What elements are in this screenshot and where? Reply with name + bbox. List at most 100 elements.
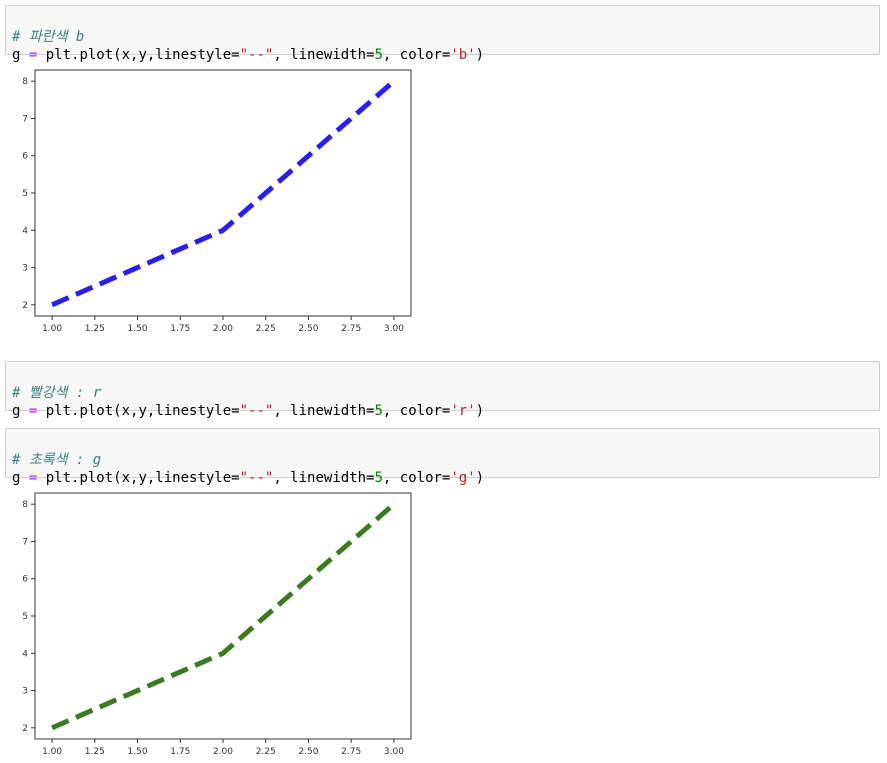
x-tick: 2.25 bbox=[256, 316, 276, 334]
code-mid: , linewidth= bbox=[273, 47, 375, 63]
y-tick: 5 bbox=[22, 189, 35, 199]
code-comment: # 빨강색 : r bbox=[12, 385, 102, 401]
code-linestyle: "--" bbox=[239, 470, 274, 486]
y-tick-label: 6 bbox=[22, 575, 28, 585]
code-end: ) bbox=[475, 403, 485, 419]
y-tick: 8 bbox=[22, 77, 35, 87]
x-tick-label: 1.25 bbox=[85, 747, 105, 757]
code-linestyle: "--" bbox=[239, 47, 274, 63]
code-color: 'g' bbox=[450, 470, 476, 486]
x-tick-label: 2.25 bbox=[256, 747, 276, 757]
x-tick: 2.75 bbox=[341, 739, 361, 757]
y-tick: 7 bbox=[22, 114, 35, 124]
plot-area bbox=[34, 492, 412, 740]
x-tick-label: 2.50 bbox=[298, 324, 318, 334]
x-tick: 1.25 bbox=[85, 739, 105, 757]
x-tick: 1.25 bbox=[85, 316, 105, 334]
x-tick-label: 2.75 bbox=[341, 324, 361, 334]
x-tick-label: 1.25 bbox=[85, 324, 105, 334]
y-tick-label: 3 bbox=[22, 687, 28, 697]
x-tick: 1.75 bbox=[170, 739, 190, 757]
code-end: ) bbox=[475, 470, 485, 486]
code-line: g = plt.plot(x,y,linestyle="--", linewid… bbox=[12, 403, 484, 419]
x-tick: 2.00 bbox=[213, 739, 233, 757]
y-tick: 3 bbox=[22, 687, 35, 697]
code-assign: = bbox=[20, 47, 46, 63]
x-tick-label: 2.00 bbox=[213, 747, 233, 757]
x-tick: 1.75 bbox=[170, 316, 190, 334]
code-linestyle: "--" bbox=[239, 403, 274, 419]
code-comment: # 초록색 : g bbox=[12, 452, 102, 468]
y-tick-label: 2 bbox=[22, 301, 28, 311]
y-tick: 3 bbox=[22, 264, 35, 274]
code-line: g = plt.plot(x,y,linestyle="--", linewid… bbox=[12, 470, 484, 486]
code-call: plt.plot(x,y,linestyle= bbox=[45, 470, 240, 486]
code-call: plt.plot(x,y,linestyle= bbox=[45, 47, 240, 63]
code-end: ) bbox=[475, 47, 485, 63]
x-tick-label: 1.50 bbox=[128, 324, 148, 334]
x-tick: 3.00 bbox=[384, 739, 404, 757]
plot-output-blue: 1.00 1.25 1.50 1.75 2.00 2.25 2.50 2.75 3.00 2 3 4 5… bbox=[5, 62, 425, 340]
y-tick: 2 bbox=[22, 724, 35, 734]
y-tick-label: 8 bbox=[22, 500, 28, 510]
code-comment: # 파란색 b bbox=[12, 29, 85, 45]
x-tick: 1.00 bbox=[42, 739, 62, 757]
code-mid2: , color= bbox=[382, 47, 451, 63]
x-tick: 1.50 bbox=[128, 316, 148, 334]
code-call: plt.plot(x,y,linestyle= bbox=[45, 403, 240, 419]
code-color: 'b' bbox=[450, 47, 476, 63]
x-tick: 2.00 bbox=[213, 316, 233, 334]
x-tick: 2.25 bbox=[256, 739, 276, 757]
code-linewidth: 5 bbox=[374, 47, 383, 63]
code-mid: , linewidth= bbox=[273, 403, 375, 419]
x-tick-label: 2.75 bbox=[341, 747, 361, 757]
x-tick-label: 1.00 bbox=[42, 324, 62, 334]
x-tick-label: 3.00 bbox=[384, 747, 404, 757]
x-tick-label: 1.75 bbox=[170, 324, 190, 334]
y-tick-label: 5 bbox=[22, 612, 28, 622]
plot-output-green: 1.00 1.25 1.50 1.75 2.00 2.25 2.50 2.75 3.00 2 3 4 5… bbox=[5, 485, 425, 763]
x-tick: 2.75 bbox=[341, 316, 361, 334]
y-tick-label: 7 bbox=[22, 114, 28, 124]
y-tick-label: 3 bbox=[22, 264, 28, 274]
plot-area bbox=[34, 69, 412, 317]
code-assign: = bbox=[20, 403, 46, 419]
code-line: g = plt.plot(x,y,linestyle="--", linewid… bbox=[12, 47, 484, 63]
x-tick: 1.00 bbox=[42, 316, 62, 334]
x-tick: 1.50 bbox=[128, 739, 148, 757]
x-tick-label: 1.75 bbox=[170, 747, 190, 757]
y-tick: 6 bbox=[22, 575, 35, 585]
x-tick: 2.50 bbox=[298, 316, 319, 334]
x-tick-label: 2.50 bbox=[298, 747, 318, 757]
x-tick-label: 3.00 bbox=[384, 324, 404, 334]
line-chart-green: 1.00 1.25 1.50 1.75 2.00 2.25 2.50 2.75 3.00 2 3 4 5… bbox=[22, 492, 412, 757]
code-mid: , linewidth= bbox=[273, 470, 375, 486]
code-mid2: , color= bbox=[382, 403, 451, 419]
y-tick-label: 4 bbox=[22, 649, 28, 659]
y-tick: 8 bbox=[22, 500, 35, 510]
code-assign: = bbox=[20, 470, 46, 486]
y-tick-label: 7 bbox=[22, 537, 28, 547]
x-tick-label: 1.00 bbox=[42, 747, 62, 757]
x-tick-label: 1.50 bbox=[128, 747, 148, 757]
code-cell-blue[interactable]: # 파란색 b g = plt.plot(x,y,linestyle="--",… bbox=[5, 5, 880, 63]
code-linewidth: 5 bbox=[374, 403, 383, 419]
y-tick-label: 5 bbox=[22, 189, 28, 199]
code-mid2: , color= bbox=[382, 470, 451, 486]
y-tick: 7 bbox=[22, 537, 35, 547]
code-color: 'r' bbox=[450, 403, 476, 419]
y-tick-label: 4 bbox=[22, 226, 28, 236]
y-tick-label: 6 bbox=[22, 152, 28, 162]
y-tick: 4 bbox=[22, 649, 35, 659]
y-tick-label: 2 bbox=[22, 724, 28, 734]
y-tick: 6 bbox=[22, 152, 35, 162]
y-tick: 5 bbox=[22, 612, 35, 622]
code-cell-red[interactable]: # 빨강색 : r g = plt.plot(x,y,linestyle="--… bbox=[5, 361, 880, 419]
code-cell-green[interactable]: # 초록색 : g g = plt.plot(x,y,linestyle="--… bbox=[5, 428, 880, 486]
y-tick-label: 8 bbox=[22, 77, 28, 87]
line-chart-blue: 1.00 1.25 1.50 1.75 2.00 2.25 2.50 2.75 3.00 2 3 4 5… bbox=[22, 69, 412, 334]
x-tick-label: 2.25 bbox=[256, 324, 276, 334]
x-tick-label: 2.00 bbox=[213, 324, 233, 334]
x-tick: 3.00 bbox=[384, 316, 404, 334]
y-tick: 4 bbox=[22, 226, 35, 236]
